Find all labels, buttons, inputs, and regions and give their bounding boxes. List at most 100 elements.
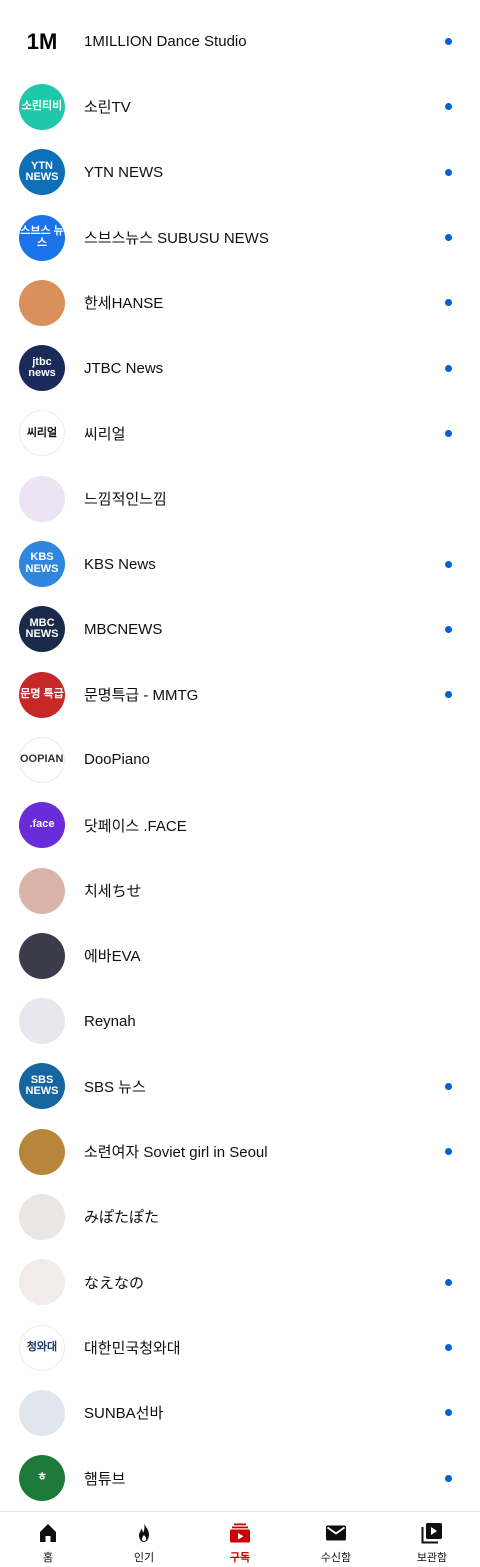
subscriptions-icon	[228, 1521, 252, 1545]
channel-avatar[interactable]	[19, 475, 65, 522]
subscription-row[interactable]: YTN NEWS YTN NEWS	[0, 140, 480, 205]
channel-name: 느낌적인느낌	[84, 491, 167, 509]
nav-subscriptions[interactable]: 구독	[192, 1512, 288, 1567]
subscription-row[interactable]: みぽたぽた	[0, 1184, 480, 1249]
subscription-row[interactable]: 문명 특급 문명특급 - MMTG	[0, 662, 480, 727]
subscription-row[interactable]: 치세ちせ	[0, 858, 480, 923]
library-icon	[420, 1521, 444, 1545]
channel-avatar[interactable]: KBS NEWS	[19, 541, 65, 588]
channel-avatar[interactable]	[19, 867, 65, 914]
nav-library-label: 보관함	[416, 1552, 448, 1564]
channel-avatar[interactable]	[19, 1128, 65, 1175]
channel-name: 햄튜브	[84, 1470, 126, 1488]
channel-avatar[interactable]	[19, 1193, 65, 1240]
channel-avatar[interactable]: .face	[19, 802, 65, 849]
new-content-dot	[445, 1409, 452, 1417]
nav-inbox[interactable]: 수신함	[288, 1512, 384, 1567]
channel-avatar[interactable]: 스브스 뉴스	[19, 214, 65, 261]
subscriptions-list: 1M 1MILLION Dance Studio 소린티비 소린TV YTN NEWS Y…	[0, 9, 480, 1511]
new-content-dot	[445, 429, 452, 437]
new-content-dot	[445, 234, 452, 242]
channel-name: 씨리얼	[84, 425, 126, 443]
nav-home-label: 홈	[42, 1552, 54, 1564]
channel-name: 치세ちせ	[84, 883, 142, 900]
channel-name: KBS News	[84, 555, 156, 573]
subscription-row[interactable]: SUNBA선바	[0, 1380, 480, 1445]
new-content-dot	[445, 38, 452, 46]
subscription-row[interactable]: Reynah	[0, 988, 480, 1053]
subscription-row[interactable]: 한세HANSE	[0, 270, 480, 335]
subscription-row[interactable]: DOOPIANO DooPiano	[0, 727, 480, 792]
channel-name: 소린TV	[84, 99, 131, 117]
channel-name: SBS 뉴스	[84, 1078, 146, 1096]
channel-avatar[interactable]: SBS NEWS	[19, 1063, 65, 1110]
channel-name: 스브스뉴스 SUBUSU NEWS	[84, 230, 269, 248]
channel-name: DooPiano	[84, 751, 150, 769]
channel-name: なえなの	[84, 1274, 145, 1292]
new-content-dot	[445, 103, 452, 111]
subscription-row[interactable]: SBS NEWS SBS 뉴스	[0, 1054, 480, 1119]
explore-fire-icon	[132, 1521, 156, 1545]
subscription-row[interactable]: jtbc news JTBC News	[0, 335, 480, 400]
channel-name: みぽたぽた	[84, 1209, 160, 1227]
subscription-row[interactable]: なえなの	[0, 1250, 480, 1315]
channel-name: 1MILLION Dance Studio	[84, 33, 247, 51]
channel-avatar[interactable]: 씨리얼	[19, 410, 65, 457]
bottom-navigation: 홈 인기 구독 수신함 보관함	[0, 1511, 480, 1567]
channel-avatar[interactable]: 소린티비	[19, 83, 65, 130]
channel-name: 에바EVA	[84, 948, 141, 966]
nav-subscriptions-label: 구독	[229, 1552, 251, 1564]
channel-name: 소련여자 Soviet girl in Seoul	[84, 1144, 268, 1162]
subscription-row[interactable]: 느낌적인느낌	[0, 466, 480, 531]
channel-avatar[interactable]: DOOPIANO	[19, 736, 65, 783]
channel-avatar[interactable]	[19, 932, 65, 979]
nav-library[interactable]: 보관함	[384, 1512, 480, 1567]
channel-avatar[interactable]	[19, 1259, 65, 1306]
new-content-dot	[445, 364, 452, 372]
channel-avatar[interactable]	[19, 1389, 65, 1436]
channel-avatar[interactable]: MBC NEWS	[19, 606, 65, 653]
nav-home[interactable]: 홈	[0, 1512, 96, 1567]
nav-explore[interactable]: 인기	[96, 1512, 192, 1567]
subscription-row[interactable]: 스브스 뉴스 스브스뉴스 SUBUSU NEWS	[0, 205, 480, 270]
channel-avatar[interactable]: jtbc news	[19, 345, 65, 392]
channel-avatar[interactable]: YTN NEWS	[19, 149, 65, 196]
subscription-row[interactable]: 소린티비 소린TV	[0, 74, 480, 139]
home-icon	[36, 1521, 60, 1545]
new-content-dot	[445, 625, 452, 633]
subscription-row[interactable]: ㅎ 햄튜브	[0, 1446, 480, 1511]
channel-name: 문명특급 - MMTG	[84, 687, 199, 705]
channel-avatar[interactable]	[19, 998, 65, 1045]
nav-inbox-label: 수신함	[320, 1552, 352, 1564]
channel-name: JTBC News	[84, 359, 164, 377]
inbox-icon	[324, 1521, 348, 1545]
new-content-dot	[445, 1082, 452, 1090]
subscription-row[interactable]: MBC NEWS MBCNEWS	[0, 597, 480, 662]
new-content-dot	[445, 299, 452, 307]
new-content-dot	[445, 1344, 452, 1352]
channel-avatar[interactable]	[19, 279, 65, 326]
new-content-dot	[445, 1148, 452, 1156]
channel-name: 닷페이스 .FACE	[84, 817, 187, 835]
nav-explore-label: 인기	[133, 1552, 155, 1564]
subscription-row[interactable]: KBS NEWS KBS News	[0, 531, 480, 596]
channel-avatar[interactable]: 1M	[19, 18, 65, 65]
subscription-row[interactable]: 소련여자 Soviet girl in Seoul	[0, 1119, 480, 1184]
channel-name: 한세HANSE	[84, 295, 164, 313]
new-content-dot	[445, 560, 452, 568]
channel-avatar[interactable]: 청와대	[19, 1324, 65, 1371]
channel-avatar[interactable]: 문명 특급	[19, 671, 65, 718]
subscription-row[interactable]: 1M 1MILLION Dance Studio	[0, 9, 480, 74]
channel-name: MBCNEWS	[84, 620, 163, 638]
new-content-dot	[445, 691, 452, 699]
subscription-row[interactable]: .face 닷페이스 .FACE	[0, 793, 480, 858]
channel-name: YTN NEWS	[84, 163, 164, 181]
subscription-row[interactable]: 에바EVA	[0, 923, 480, 988]
channel-name: 대한민국청와대	[84, 1340, 181, 1358]
channel-avatar[interactable]: ㅎ	[19, 1455, 65, 1502]
subscription-row[interactable]: 청와대 대한민국청와대	[0, 1315, 480, 1380]
subscription-row[interactable]: 씨리얼 씨리얼	[0, 401, 480, 466]
new-content-dot	[445, 1474, 452, 1482]
channel-name: Reynah	[84, 1012, 136, 1030]
new-content-dot	[445, 1278, 452, 1286]
